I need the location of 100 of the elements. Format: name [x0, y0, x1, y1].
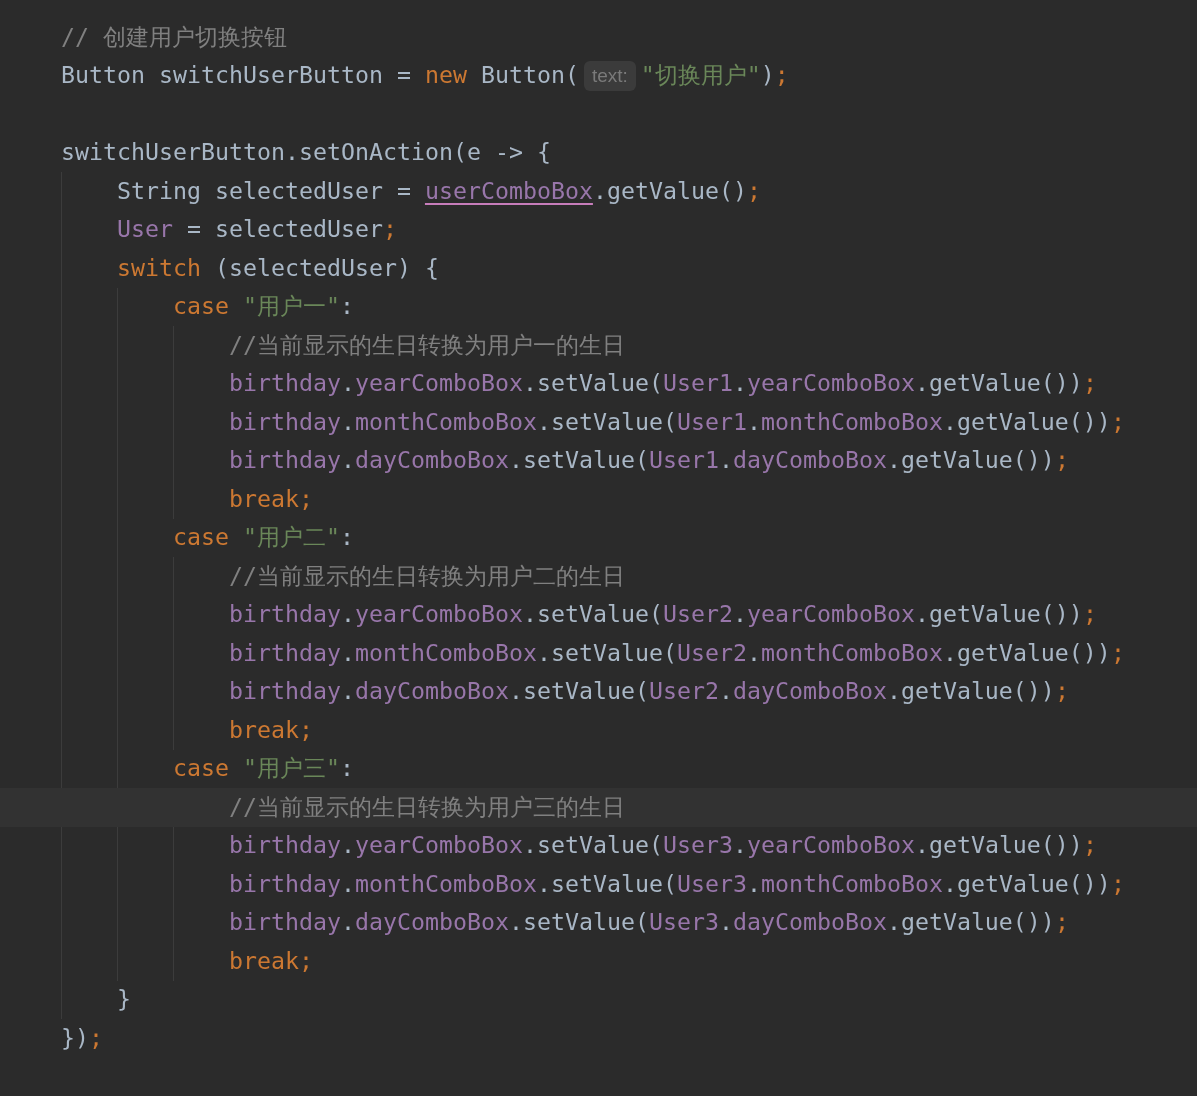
code-field: dayComboBox — [354, 905, 509, 941]
code-text: . — [718, 676, 733, 707]
code-field: yearComboBox — [354, 597, 523, 633]
code-text: . — [340, 907, 355, 938]
code-text: .getValue()) — [914, 368, 1083, 399]
code-text: = selectedUser — [185, 214, 383, 245]
code-field: User3 — [676, 866, 747, 902]
code-string: "用户三" — [241, 753, 340, 784]
code-text: .setValue( — [508, 676, 649, 707]
code-field: User2 — [662, 597, 733, 633]
code-field: User3 — [662, 828, 733, 864]
code-field: dayComboBox — [732, 674, 887, 710]
code-comment: //当前显示的生日转换为用户三的生日 — [228, 791, 625, 822]
code-text: . — [732, 368, 747, 399]
code-field: User2 — [648, 674, 719, 710]
code-field: User1 — [662, 366, 733, 402]
code-text: . — [732, 830, 747, 861]
code-text: }) — [61, 1022, 89, 1053]
code-string: "用户一" — [241, 291, 340, 322]
code-field: monthComboBox — [354, 635, 537, 671]
code-keyword: break; — [228, 945, 313, 976]
code-text: : — [339, 291, 354, 322]
code-text: Button( — [479, 60, 579, 91]
code-field: User1 — [676, 404, 747, 440]
code-field: yearComboBox — [746, 828, 915, 864]
code-text: : — [339, 522, 354, 553]
code-keyword: new — [424, 60, 467, 91]
code-text: .setValue( — [536, 406, 677, 437]
code-field: User3 — [648, 905, 719, 941]
code-keyword: ; — [89, 1022, 103, 1053]
code-text: String selectedUser = — [117, 175, 412, 206]
code-keyword: break; — [228, 483, 313, 514]
code-keyword: ; — [746, 175, 761, 206]
code-keyword: ; — [1054, 445, 1069, 476]
code-text: switchUserButton.setOnAction(e -> { — [61, 137, 551, 168]
code-text: . — [340, 599, 355, 630]
code-text: .setValue( — [522, 368, 663, 399]
code-keyword: ; — [1082, 830, 1097, 861]
code-field: yearComboBox — [746, 597, 915, 633]
code-comment: //当前显示的生日转换为用户一的生日 — [228, 329, 625, 360]
code-text: } — [117, 984, 131, 1015]
code-text: .setValue( — [522, 830, 663, 861]
code-keyword: ; — [1082, 599, 1097, 630]
code-field: monthComboBox — [760, 404, 943, 440]
code-text: . — [732, 599, 747, 630]
code-text: .getValue()) — [886, 907, 1055, 938]
code-field: User2 — [676, 635, 747, 671]
code-field: User — [117, 212, 173, 248]
code-keyword: case — [172, 291, 229, 322]
code-text: .getValue()) — [886, 676, 1055, 707]
code-field: monthComboBox — [354, 404, 537, 440]
code-text: . — [340, 637, 355, 668]
code-keyword: ; — [382, 214, 397, 245]
code-keyword: ; — [1082, 368, 1097, 399]
code-text: . — [340, 676, 355, 707]
code-field: yearComboBox — [354, 828, 523, 864]
code-text: .setValue( — [536, 868, 677, 899]
code-keyword: ; — [1054, 907, 1069, 938]
code-keyword: case — [172, 753, 229, 784]
code-text: . — [718, 907, 733, 938]
code-field: yearComboBox — [354, 366, 523, 402]
code-text: . — [746, 637, 761, 668]
code-field: dayComboBox — [354, 674, 509, 710]
code-field: yearComboBox — [746, 366, 915, 402]
code-string: "切换用户" — [640, 60, 761, 91]
code-text: .setValue( — [536, 637, 677, 668]
code-text: . — [746, 406, 761, 437]
code-keyword: ; — [1110, 868, 1125, 899]
code-keyword: break; — [228, 714, 313, 745]
code-text: .getValue() — [592, 175, 747, 206]
code-field: userComboBox — [424, 173, 593, 209]
code-text: (selectedUser) { — [213, 252, 439, 283]
code-text: : — [339, 753, 354, 784]
code-field: birthday — [228, 404, 341, 440]
code-keyword: ; — [774, 60, 789, 91]
code-text: ) — [760, 60, 775, 91]
code-text: . — [340, 406, 355, 437]
code-text: .getValue()) — [914, 599, 1083, 630]
code-text: .getValue()) — [886, 445, 1055, 476]
code-keyword: ; — [1110, 637, 1125, 668]
code-field: birthday — [228, 905, 341, 941]
code-comment: //当前显示的生日转换为用户二的生日 — [228, 560, 625, 591]
code-text: .getValue()) — [942, 868, 1111, 899]
code-text: . — [746, 868, 761, 899]
code-field: dayComboBox — [354, 443, 509, 479]
code-field: birthday — [228, 597, 341, 633]
code-text: Button switchUserButton = — [61, 60, 412, 91]
code-field: dayComboBox — [732, 905, 887, 941]
code-keyword: ; — [1054, 676, 1069, 707]
parameter-hint: text: — [583, 60, 636, 91]
code-keyword: switch — [117, 252, 201, 283]
code-field: birthday — [228, 674, 341, 710]
code-field: monthComboBox — [760, 635, 943, 671]
code-field: User1 — [648, 443, 719, 479]
code-field: monthComboBox — [760, 866, 943, 902]
code-string: "用户二" — [241, 522, 340, 553]
code-text: .getValue()) — [914, 830, 1083, 861]
code-text: .getValue()) — [942, 637, 1111, 668]
code-text: .setValue( — [522, 599, 663, 630]
code-text: .setValue( — [508, 445, 649, 476]
